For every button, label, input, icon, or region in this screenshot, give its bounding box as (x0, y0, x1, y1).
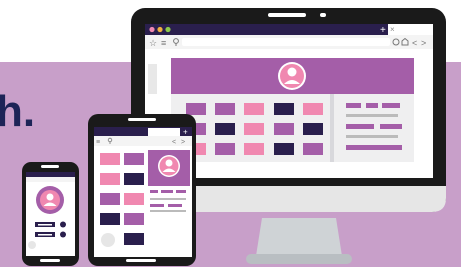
page-sidebar-strip (148, 64, 157, 94)
tablet-forward-icon[interactable]: > (181, 139, 185, 146)
window-close-dot[interactable] (149, 26, 155, 33)
phone-fab-button[interactable] (28, 241, 36, 249)
tablet-new-tab-icon[interactable]: + (183, 128, 188, 137)
phone-device (22, 162, 79, 266)
phone-home-bar[interactable] (40, 259, 60, 262)
tablet-menu-icon[interactable]: ≡ (96, 139, 100, 146)
tablet-avatar-icon (158, 155, 180, 177)
monitor-base (246, 254, 352, 264)
tablet-back-icon[interactable]: < (172, 139, 176, 146)
window-maximize-dot[interactable] (165, 26, 171, 33)
tablet-camera (128, 118, 156, 121)
devices-illustration: + × ☆ ≡ < > + ≡ < > (22, 8, 446, 266)
monitor-stand (256, 218, 342, 256)
tablet-fab-button[interactable] (101, 233, 115, 247)
menu-icon[interactable]: ≡ (161, 38, 166, 48)
phone-toggle-2[interactable] (60, 231, 66, 238)
star-icon[interactable]: ☆ (149, 38, 157, 48)
monitor-camera (268, 13, 306, 17)
browser-tab[interactable] (388, 24, 433, 35)
phone-toggle-1[interactable] (60, 221, 66, 228)
phone-toolbar (26, 177, 75, 182)
tablet-home-bar[interactable] (126, 259, 156, 262)
tablet-tab[interactable] (148, 128, 180, 136)
window-minimize-dot[interactable] (157, 26, 163, 33)
address-bar[interactable] (182, 38, 390, 46)
user-avatar-icon (278, 62, 306, 90)
phone-speaker (41, 165, 59, 168)
phone-avatar-icon (36, 186, 64, 214)
back-icon[interactable]: < (412, 38, 417, 48)
forward-icon[interactable]: > (421, 38, 426, 48)
tablet-device: + ≡ < > (88, 114, 196, 266)
close-tab-icon[interactable]: × (390, 25, 395, 34)
phone-statusbar (26, 172, 75, 177)
new-tab-icon[interactable]: + (380, 25, 386, 36)
